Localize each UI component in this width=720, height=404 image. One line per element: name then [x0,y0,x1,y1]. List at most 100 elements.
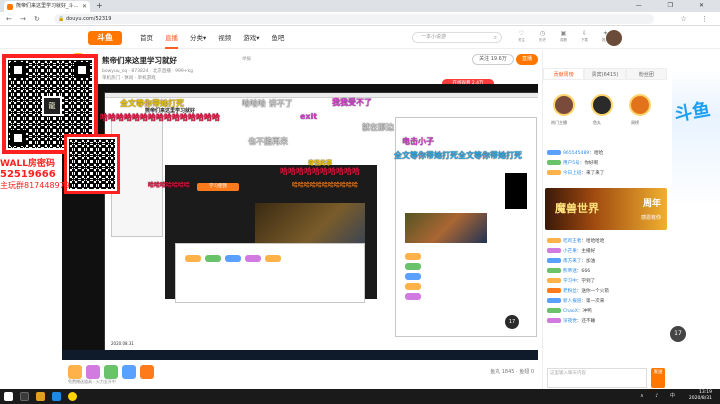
overlay-group-number: 主玩群817448979 [0,181,70,190]
tab-vip[interactable]: 贵宾(6415) [584,68,626,80]
search-input[interactable]: 一本小说游 ⌕ [412,32,502,43]
back-arrow-icon[interactable]: ← [6,13,12,25]
nav-yuba[interactable]: 鱼吧 [272,27,285,49]
banner-subtitle: 感恩有你 [640,215,661,221]
chat-message: 老粉丝：送你一个火箭 [547,288,609,294]
gift-badge [225,255,241,262]
banner-year: 周年 [642,199,661,209]
gift-icon[interactable] [104,365,118,379]
screen: 熊帝们来这里学习就好_斗... ✕ + — ❐ ✕ ← → ↻ 🔒 douyu.… [0,0,720,404]
rank-avatar[interactable] [629,94,651,116]
gift-icon[interactable] [68,365,82,379]
close-tab-icon[interactable]: ✕ [82,1,87,12]
inner-pc-tower [505,173,527,209]
fan-badge-icon [547,268,561,273]
gift-icon[interactable] [122,365,136,379]
qr-logo: 龍 [42,96,62,116]
room-meta: bowyuu_sq · 873824 · 北京直播 · 999+kg [102,69,193,74]
rank-name: 鱼丸 [593,120,601,125]
nav-games[interactable]: 游戏▾ [243,27,259,49]
chat-message: 今日上班：来了来了 [547,170,604,176]
promo-banner[interactable]: 魔兽世界 周年 感恩有你 [545,188,667,230]
video-player[interactable]: 熊帝们来这里学习就好 学习使我 2020.08.31 17 全文等你带她打死 哈… [62,84,538,360]
report-link[interactable]: 举报 [242,56,251,62]
gift-bar: 免费赠送道具 · 火力全开中 鱼丸 1845 · 鱼翅 0 [62,362,540,386]
tab-fans[interactable]: 粉丝团 [625,68,667,80]
chat-message: 用户5号：你好啊 [547,160,598,166]
rank-name: 周榜 [631,120,639,125]
chat-message: ChaoX：冲鸭 [547,308,592,314]
file-explorer-icon[interactable] [36,392,45,401]
reload-icon[interactable]: ↻ [34,13,40,25]
browser-tab-bar: 熊帝们来这里学习就好_斗... ✕ + — ❐ ✕ [0,0,720,12]
browser-toolbar-icons[interactable]: ☆ ⋮ [680,13,714,25]
overlay-text-stack: WALL房密码 52519666 主玩群817448979 [0,156,70,191]
side-ad-text: 斗鱼 [672,99,712,126]
danmu-text: 我我受不了 [332,98,372,107]
gift-icon[interactable] [140,365,154,379]
send-button[interactable]: 发送 [651,368,665,388]
chat-input[interactable]: 这里输入聊天内容 [547,368,647,388]
nav-live[interactable]: 直播 [165,27,178,49]
floating-counter[interactable]: 17 [670,326,686,342]
follow-icon[interactable]: ♡ 关注 [514,30,529,43]
chat-message: 吃鸡王者：哈哈哈哈 [547,238,604,244]
room-info-bar: 熊帝们来这里学习就好 bowyuu_sq · 873824 · 北京直播 · 9… [62,50,540,88]
douyu-logo[interactable]: 斗鱼 [88,31,122,45]
fan-badge-icon [547,238,561,243]
chat-message: 965545489：哈哈 [547,150,603,156]
fan-badge-icon [547,150,561,155]
fan-badge-icon [547,160,561,165]
qr-finder [10,62,26,78]
tab-weekly-rank[interactable]: 贡献周榜 [543,68,585,80]
inner-gift-grid [175,243,365,303]
forward-arrow-icon[interactable]: → [20,13,26,25]
taskbar-clock[interactable]: 13:19 2020/8/31 [689,390,712,402]
chat-badge [405,263,421,270]
danmu-text: 哈哈哈哈哈哈哈哈哈哈哈哈哈哈哈 [100,113,220,122]
chat-message: 学习中：学到了 [547,278,595,284]
browser-tab[interactable]: 熊帝们来这里学习就好_斗... ✕ [4,1,90,12]
inner-timestamp: 2020.08.31 [111,341,134,346]
window-controls[interactable]: — ❐ ✕ [636,0,716,12]
douyu-favicon-icon [7,4,13,10]
system-tray[interactable]: ∧ ♪ 中 [640,389,680,404]
inner-taskbar [62,350,538,360]
gift-icon[interactable] [86,365,100,379]
history-icon[interactable]: ◷ 历史 [535,30,550,43]
fan-badge-icon [547,298,561,303]
streamed-screen: 熊帝们来这里学习就好 学习使我 2020.08.31 17 [104,92,538,360]
search-icon[interactable] [20,392,29,401]
tab-title: 熊帝们来这里学习就好_斗... [16,3,79,9]
lock-icon: 🔒 [58,16,65,22]
qr-finder [74,62,90,78]
main-nav: 首页 直播 分类▾ 视频 游戏▾ 鱼吧 [140,27,285,49]
download-icon[interactable]: ⇩ 下载 [577,30,592,43]
live-badge: 直播 [516,54,538,65]
windows-taskbar: ∧ ♪ 中 13:19 2020/8/31 [0,389,720,404]
nav-home[interactable]: 首页 [140,27,153,49]
gift-badge [245,255,261,262]
rank-avatar[interactable] [591,94,613,116]
fan-badge-icon [547,318,561,323]
rank-tabs: 贡献周榜 贵宾(6415) 粉丝团 [543,68,667,80]
user-avatar[interactable] [606,30,622,46]
watch-icon[interactable]: ▣ 观看 [556,30,571,43]
nav-category[interactable]: 分类▾ [190,27,206,49]
qr-pattern [69,139,115,189]
nav-video[interactable]: 视频 [218,27,231,49]
follow-button[interactable]: 关注 19.6万 [472,54,514,65]
new-tab-button[interactable]: + [96,0,103,12]
qr-finder [10,130,26,146]
search-icon[interactable]: ⌕ [494,33,497,42]
fan-badge-icon [547,308,561,313]
header-icon-row: ♡关注 ◷历史 ▣观看 ⇩下载 ✦推广 [514,30,613,43]
side-advertisement[interactable]: 斗鱼 [672,70,720,300]
rank-avatar[interactable] [553,94,575,116]
steam-icon[interactable] [52,392,61,401]
url-field[interactable]: 🔒 douyu.com/52319 [54,14,654,24]
chrome-icon[interactable] [68,392,77,401]
danmu-text: 电击小子 [402,137,434,146]
inner-banner [405,213,487,243]
windows-start-icon[interactable] [4,392,13,401]
